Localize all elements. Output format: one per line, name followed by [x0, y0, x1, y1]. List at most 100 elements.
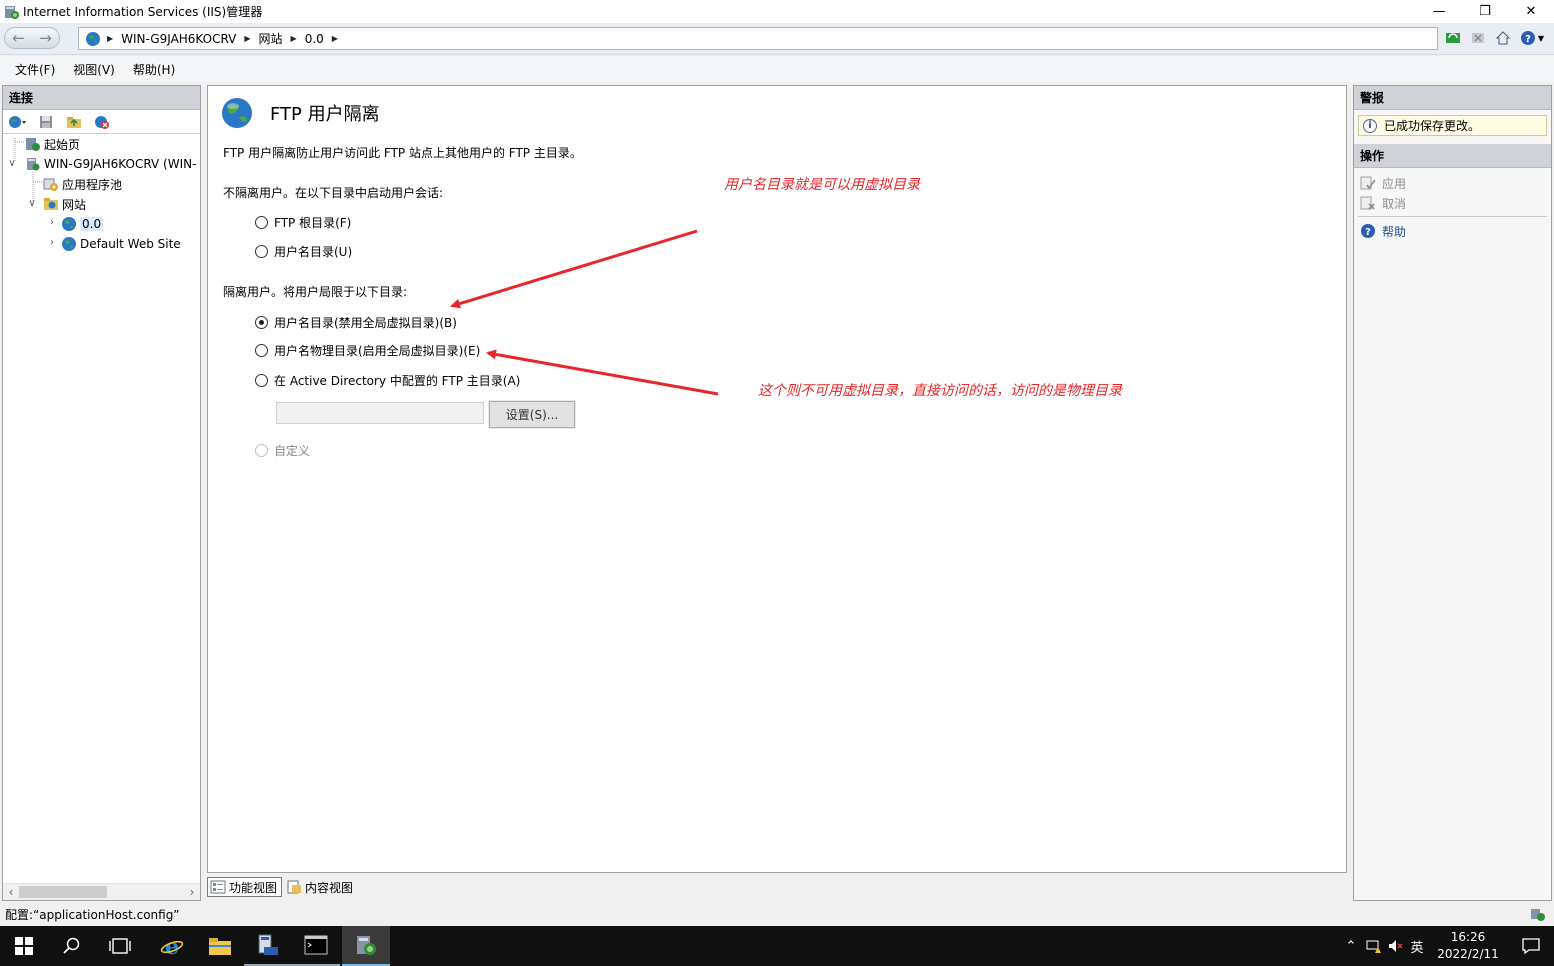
scroll-left-icon[interactable]: ‹: [3, 884, 19, 901]
search-button[interactable]: [48, 926, 96, 966]
breadcrumb-separator: ▶: [290, 34, 297, 43]
tree-item-start-page[interactable]: 起始页: [25, 134, 80, 154]
input-method-indicator[interactable]: 英: [1406, 926, 1428, 966]
menu-help[interactable]: 帮助(H): [126, 61, 182, 78]
tree-expander-default-site[interactable]: ›: [47, 237, 57, 248]
radio-username-dir[interactable]: 用户名目录(U): [255, 243, 352, 260]
scrollbar-thumb[interactable]: [19, 886, 107, 898]
forward-arrow-icon[interactable]: →: [39, 29, 52, 47]
app-pool-icon: [43, 178, 58, 191]
start-button[interactable]: [0, 926, 48, 966]
task-view-icon: [109, 938, 131, 954]
radio-circle[interactable]: [255, 216, 268, 229]
tree-expander-sites[interactable]: ∨: [27, 198, 37, 209]
maximize-button[interactable]: ❐: [1462, 0, 1508, 23]
radio-label-custom: 自定义: [274, 444, 311, 458]
tree-item-app-pools[interactable]: 应用程序池: [43, 174, 122, 194]
radio-circle-disabled[interactable]: [255, 444, 268, 457]
iis-manager-icon: [357, 936, 376, 955]
tree-expander-server[interactable]: ∨: [7, 158, 17, 169]
back-arrow-icon[interactable]: ←: [12, 29, 25, 47]
action-cancel[interactable]: 取消: [1354, 193, 1551, 213]
tree-item-default-site[interactable]: Default Web Site: [61, 234, 181, 254]
breadcrumb-site[interactable]: 0.0: [305, 32, 324, 46]
tree-item-site-00[interactable]: 0.0: [61, 214, 104, 234]
tab-label-content: 内容视图: [305, 880, 354, 895]
save-connections-button[interactable]: [33, 112, 59, 132]
home-button[interactable]: [1492, 27, 1514, 49]
taskbar-file-explorer[interactable]: [196, 926, 244, 966]
taskbar-clock[interactable]: 16:26 2022/2/11: [1428, 929, 1508, 963]
network-warning-icon[interactable]: [1362, 926, 1384, 966]
active-directory-input[interactable]: [276, 402, 484, 424]
radio-circle[interactable]: [255, 344, 268, 357]
breadcrumb-server[interactable]: WIN-G9JAH6KOCRV: [121, 32, 236, 46]
view-tabs: 功能视图 内容视图: [207, 875, 357, 899]
home-icon: [1495, 31, 1511, 45]
actions-divider: [1358, 216, 1547, 217]
windows-logo-icon: [15, 937, 33, 955]
site-globe-icon: [62, 237, 76, 251]
radio-circle-checked[interactable]: [255, 316, 268, 329]
stop-button[interactable]: [1467, 27, 1489, 49]
help-icon: ?: [1520, 31, 1535, 45]
iis-manager-icon: [5, 5, 19, 19]
address-bar-area: ← → ▶ WIN-G9JAH6KOCRV ▶ 网站 ▶ 0.0 ▶ ? ▼: [0, 23, 1554, 55]
radio-label-username-dir-disable-global: 用户名目录(禁用全局虚拟目录)(B): [274, 316, 457, 330]
no-isolate-section-label: 不隔离用户。在以下目录中启动用户会话:: [223, 186, 444, 200]
taskbar-server-manager[interactable]: [244, 926, 292, 966]
status-bar: 配置:“applicationHost.config”: [0, 903, 1554, 925]
notification-icon: [1522, 938, 1540, 954]
up-level-button[interactable]: [61, 112, 87, 132]
connect-button[interactable]: [5, 112, 31, 132]
menu-bar: 文件(F) 视图(V) 帮助(H): [0, 56, 1554, 82]
annotation-note-1: 用户名目录就是可以用虚拟目录: [724, 177, 920, 193]
help-dropdown-button[interactable]: ? ▼: [1517, 27, 1547, 49]
radio-ftp-root[interactable]: FTP 根目录(F): [255, 214, 351, 231]
action-help[interactable]: ? 帮助: [1354, 221, 1551, 241]
radio-circle[interactable]: [255, 245, 268, 258]
notification-center-button[interactable]: [1508, 926, 1554, 966]
svg-text:e: e: [165, 934, 179, 958]
breadcrumb-separator: ▶: [244, 34, 251, 43]
address-bar[interactable]: ▶ WIN-G9JAH6KOCRV ▶ 网站 ▶ 0.0 ▶: [78, 27, 1438, 50]
features-view-icon: [210, 880, 226, 894]
minimize-button[interactable]: —: [1416, 0, 1462, 23]
tree-label-start-page: 起始页: [44, 137, 81, 152]
volume-muted-icon[interactable]: [1384, 926, 1406, 966]
task-view-button[interactable]: [96, 926, 144, 966]
tree-item-sites[interactable]: 网站: [43, 194, 86, 214]
taskbar-ie[interactable]: e: [148, 926, 196, 966]
menu-view[interactable]: 视图(V): [66, 61, 122, 78]
tree-label-site-00: 0.0: [80, 217, 104, 231]
connections-toolbar: [3, 110, 200, 134]
refresh-button[interactable]: [1442, 27, 1464, 49]
annotation-arrow-2: [486, 349, 719, 396]
action-label-apply: 应用: [1382, 176, 1407, 191]
annotation-arrow-1: [450, 229, 698, 309]
radio-circle[interactable]: [255, 374, 268, 387]
scroll-right-icon[interactable]: ›: [184, 884, 200, 901]
taskbar-cmd[interactable]: [292, 926, 340, 966]
taskbar-iis-manager[interactable]: [342, 926, 390, 966]
action-apply[interactable]: 应用: [1354, 173, 1551, 193]
window-title: Internet Information Services (IIS)管理器: [23, 5, 263, 19]
menu-file[interactable]: 文件(F): [8, 61, 62, 78]
close-button[interactable]: ✕: [1508, 0, 1554, 23]
radio-custom[interactable]: 自定义: [255, 442, 310, 459]
tree-item-server[interactable]: WIN-G9JAH6KOCRV (WIN-: [25, 154, 196, 174]
save-icon: [40, 115, 52, 128]
disconnect-button[interactable]: [89, 112, 115, 132]
tab-content-view[interactable]: 内容视图: [284, 877, 357, 897]
breadcrumb-sites[interactable]: 网站: [259, 30, 283, 47]
radio-active-directory[interactable]: 在 Active Directory 中配置的 FTP 主目录(A): [255, 372, 520, 389]
tree-expander-site-00[interactable]: ›: [47, 217, 57, 228]
radio-username-physical-dir[interactable]: 用户名物理目录(启用全局虚拟目录)(E): [255, 342, 480, 359]
content-view-icon: [287, 880, 302, 894]
tab-features-view[interactable]: 功能视图: [207, 877, 283, 897]
command-prompt-icon: [304, 935, 328, 955]
radio-username-dir-disable-global[interactable]: 用户名目录(禁用全局虚拟目录)(B): [255, 314, 457, 331]
settings-button[interactable]: 设置(S)...: [488, 400, 576, 429]
horizontal-scrollbar[interactable]: ‹ ›: [3, 883, 200, 900]
tray-overflow-chevron-up-icon[interactable]: ⌃: [1340, 926, 1362, 966]
